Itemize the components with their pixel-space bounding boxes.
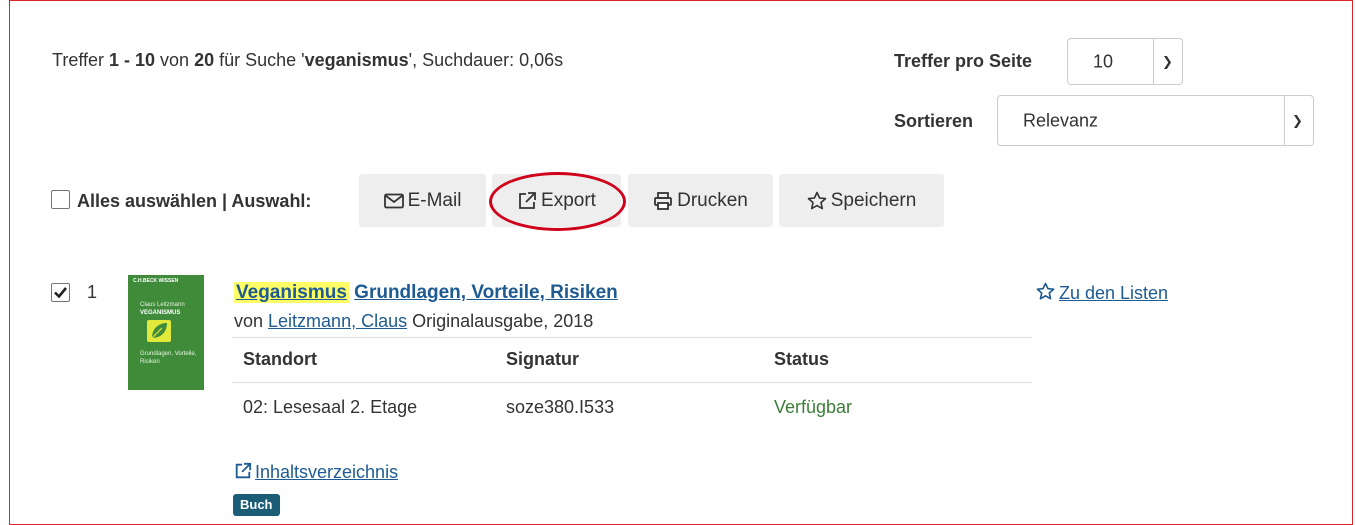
record-title-link[interactable]: Veganismus Grundlagen, Vorteile, Risiken [234,282,618,304]
add-to-lists-link[interactable]: Zu den Listen [1036,282,1168,306]
cover-brand: C.H.BECK WISSEN [133,278,179,284]
select-all-checkbox[interactable] [51,190,70,209]
holdings-location: 02: Lesesaal 2. Etage [243,397,418,417]
per-page-value: 10 [1093,51,1114,71]
select-all-label: Alles auswählen | Auswahl: [77,191,312,211]
holdings-header-status: Status [774,349,830,369]
cover-author: Claus Leitzmann [140,302,185,308]
sort-label: Sortieren [894,111,974,131]
star-icon [807,191,827,211]
email-button[interactable]: E-Mail [359,174,486,227]
per-page-select[interactable]: 10 ❯ [1067,38,1183,85]
toc-link[interactable]: Inhaltsverzeichnis [234,462,398,485]
holdings-header-callnumber: Signatur [506,349,580,369]
search-stats: Treffer 1 - 10 von 20 für Suche 'veganis… [52,50,564,70]
envelope-icon [383,193,404,209]
holdings-header-location: Standort [243,349,317,369]
holdings-header-border [232,382,1032,383]
printer-icon [653,191,673,211]
holdings-callnumber: soze380.I533 [506,397,615,417]
per-page-label: Treffer pro Seite [894,51,1033,71]
sort-select[interactable]: Relevanz ❯ [997,95,1314,146]
book-cover-image[interactable]: C.H.BECK WISSEN Claus Leitzmann VEGANISM… [128,275,204,390]
print-button[interactable]: Drucken [628,174,773,227]
cover-title: VEGANISMUS [140,310,181,316]
external-link-icon [234,462,252,485]
star-icon [1036,282,1055,306]
toc-link-label: Inhaltsverzeichnis [255,462,399,482]
lists-link-label: Zu den Listen [1059,283,1169,303]
record-checkbox[interactable] [51,283,70,302]
cover-subtitle: Grundlagen, Vorteile, Risiken [140,351,197,365]
sort-value: Relevanz [1023,110,1099,130]
title-subtitle: Grundlagen, Vorteile, Risiken [354,282,618,303]
export-highlight-circle [489,172,626,231]
record-index: 1 [87,282,98,302]
holdings-top-border [232,337,1032,338]
leaf-icon [147,320,171,342]
check-icon [54,287,68,299]
record-byline: von Leitzmann, Claus Originalausgabe, 20… [234,311,594,331]
format-badge: Buch [233,494,280,516]
title-highlight: Veganismus [234,282,349,303]
email-label: E-Mail [407,189,462,211]
save-label: Speichern [830,189,917,211]
chevron-down-icon: ❯ [1162,53,1173,69]
author-link[interactable]: Leitzmann, Claus [268,311,407,331]
print-label: Drucken [677,189,748,211]
save-button[interactable]: Speichern [779,174,944,227]
holdings-status: Verfügbar [774,397,853,417]
chevron-down-icon: ❯ [1292,112,1303,128]
